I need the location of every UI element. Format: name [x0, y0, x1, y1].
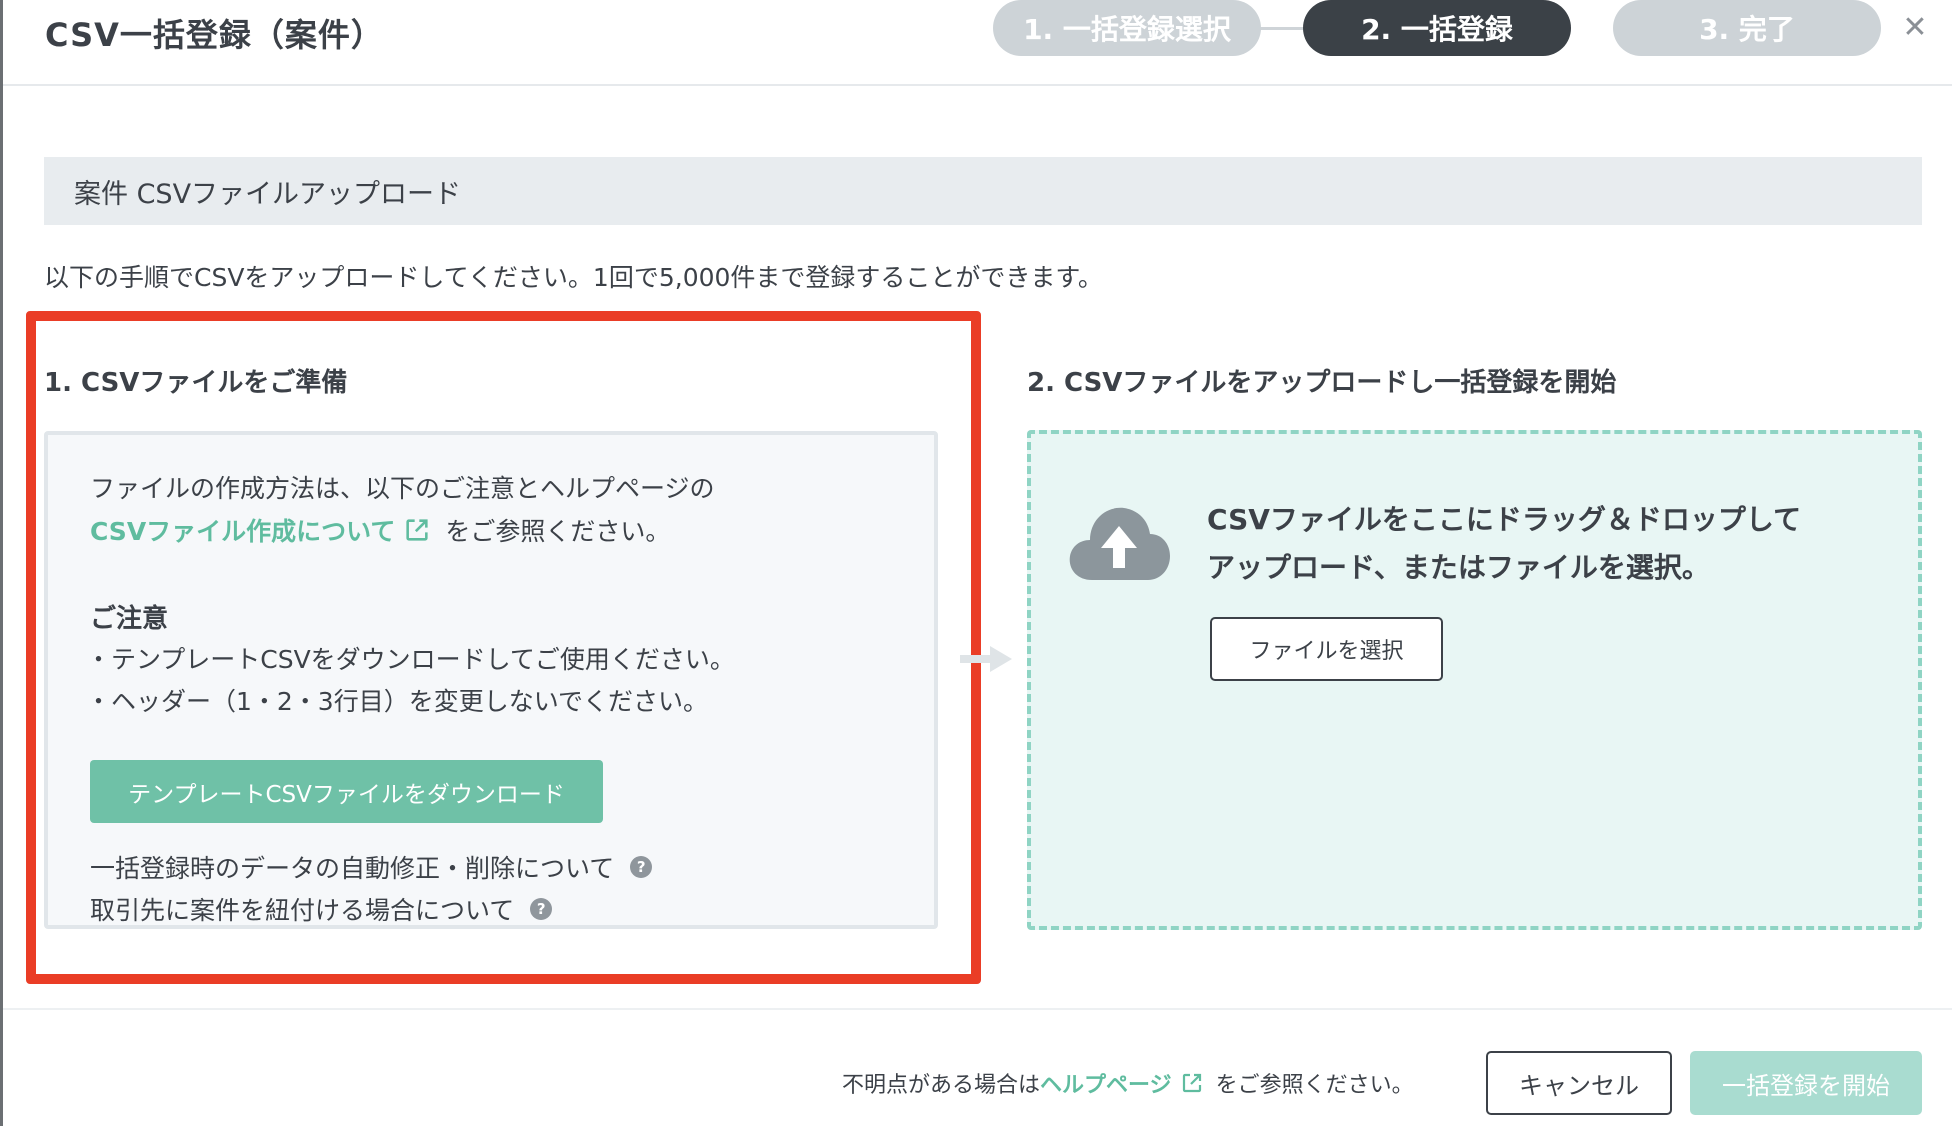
step-register-active: 2. 一括登録 — [1303, 0, 1571, 56]
csv-bulk-register-dialog: CSV一括登録（案件） 1. 一括登録選択 2. 一括登録 3. 完了 ✕ 案件… — [0, 0, 1952, 1126]
upload-title: 2. CSVファイルをアップロードし一括登録を開始 — [1027, 368, 1617, 398]
footer-help-note: 不明点がある場合は ヘルプページ をご参照ください。 — [842, 1067, 1414, 1099]
section-title: 案件 CSVファイルアップロード — [74, 178, 462, 210]
drop-instruction-line2: アップロード、またはファイルを選択。 — [1207, 551, 1710, 584]
cloud-upload-icon — [1069, 507, 1170, 580]
window-edge — [0, 0, 3, 1126]
highlight-frame — [26, 311, 981, 984]
dialog-title: CSV一括登録（案件） — [45, 16, 384, 54]
footer-divider — [3, 1008, 1952, 1010]
arrow-right-icon — [960, 646, 1012, 672]
cancel-button[interactable]: キャンセル — [1486, 1051, 1672, 1115]
step-complete: 3. 完了 — [1613, 0, 1881, 56]
footer-note-suffix: をご参照ください。 — [1215, 1073, 1414, 1098]
choose-file-button[interactable]: ファイルを選択 — [1210, 617, 1443, 681]
dialog-header: CSV一括登録（案件） 1. 一括登録選択 2. 一括登録 3. 完了 ✕ — [3, 0, 1952, 86]
intro-text: 以下の手順でCSVをアップロードしてください。1回で5,000件まで登録すること… — [44, 263, 1103, 292]
drop-instruction-line1: CSVファイルをここにドラッグ＆ドロップして — [1207, 503, 1802, 536]
close-icon[interactable]: ✕ — [1899, 12, 1931, 44]
progress-stepper: 1. 一括登録選択 2. 一括登録 3. 完了 — [993, 0, 1883, 56]
help-page-link[interactable]: ヘルプページ — [1040, 1067, 1172, 1099]
section-title-bar: 案件 CSVファイルアップロード — [44, 157, 1922, 225]
footer-note-prefix: 不明点がある場合は — [842, 1073, 1041, 1098]
step-select: 1. 一括登録選択 — [993, 0, 1261, 56]
start-bulk-register-button[interactable]: 一括登録を開始 — [1690, 1051, 1922, 1115]
external-link-icon[interactable] — [1180, 1071, 1204, 1095]
